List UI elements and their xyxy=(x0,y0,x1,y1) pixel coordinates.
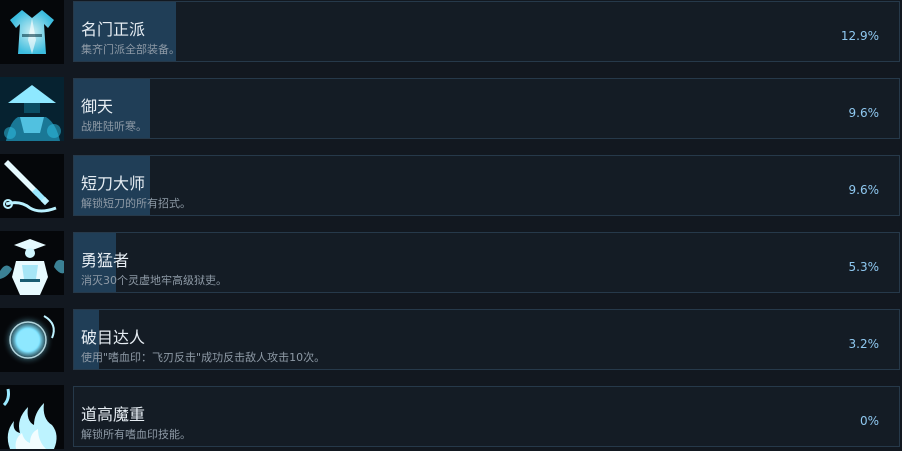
unlock-percentage: 0% xyxy=(859,414,879,428)
achievement-description: 消灭30个灵虚地牢高级狱吏。 xyxy=(81,274,227,287)
achievement-description: 使用"嗜血印：飞刃反击"成功反击敌人攻击10次。 xyxy=(81,351,326,364)
warrior-icon xyxy=(0,231,64,295)
achievement-title: 破目达人 xyxy=(81,328,146,347)
achievement-row: 破目达人 使用"嗜血印：飞刃反击"成功反击敌人攻击10次。 3.2% xyxy=(0,308,902,372)
unlock-percentage: 3.2% xyxy=(848,337,880,351)
energy-orb-icon xyxy=(0,308,64,372)
achievement-title: 御天 xyxy=(81,97,114,116)
achievement-title: 勇猛者 xyxy=(81,251,130,270)
achievement-row: 勇猛者 消灭30个灵虚地牢高级狱吏。 5.3% xyxy=(0,231,902,295)
achievement-panel: 短刀大师 解锁短刀的所有招式。 9.6% xyxy=(73,155,900,216)
achievement-title: 道高魔重 xyxy=(81,405,146,424)
dagger-icon xyxy=(0,154,64,218)
achievement-description: 解锁短刀的所有招式。 xyxy=(81,197,191,210)
unlock-percentage: 9.6% xyxy=(848,106,880,120)
achievement-panel: 勇猛者 消灭30个灵虚地牢高级狱吏。 5.3% xyxy=(73,232,900,293)
achievement-panel: 道高魔重 解锁所有嗜血印技能。 0% xyxy=(73,386,900,447)
unlock-percentage: 9.6% xyxy=(848,183,880,197)
achievement-description: 战胜陆听寒。 xyxy=(81,120,147,133)
achievement-row: 御天 战胜陆听寒。 9.6% xyxy=(0,77,902,141)
straw-hat-swordsman-icon xyxy=(0,77,64,141)
robe-icon xyxy=(0,0,64,64)
unlock-percentage: 5.3% xyxy=(848,260,880,274)
spirit-flame-icon xyxy=(0,385,64,449)
achievement-panel: 御天 战胜陆听寒。 9.6% xyxy=(73,78,900,139)
unlock-percentage: 12.9% xyxy=(840,29,879,43)
achievement-panel: 名门正派 集齐门派全部装备。 12.9% xyxy=(73,1,900,62)
achievement-description: 集齐门派全部装备。 xyxy=(81,43,180,56)
achievement-title: 名门正派 xyxy=(81,20,146,39)
achievement-title: 短刀大师 xyxy=(81,174,146,193)
achievement-panel: 破目达人 使用"嗜血印：飞刃反击"成功反击敌人攻击10次。 3.2% xyxy=(73,309,900,370)
achievement-row: 短刀大师 解锁短刀的所有招式。 9.6% xyxy=(0,154,902,218)
achievement-row: 名门正派 集齐门派全部装备。 12.9% xyxy=(0,0,902,64)
achievement-description: 解锁所有嗜血印技能。 xyxy=(81,428,191,441)
achievement-list: 名门正派 集齐门派全部装备。 12.9% 御天 战胜陆听寒。 9.6% 短刀大师… xyxy=(0,0,902,451)
achievement-row: 道高魔重 解锁所有嗜血印技能。 0% xyxy=(0,385,902,449)
